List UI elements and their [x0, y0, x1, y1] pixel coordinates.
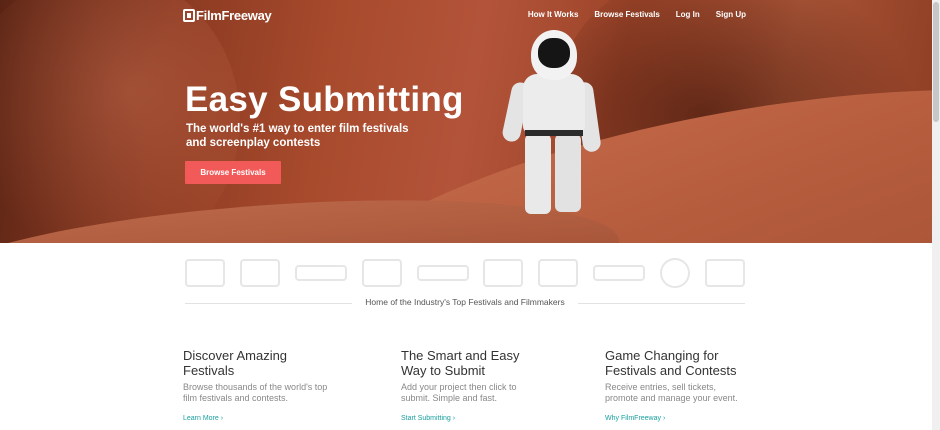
- filmfreeway-logo[interactable]: FilmFreeway: [183, 7, 272, 23]
- nav-how-it-works[interactable]: How It Works: [528, 10, 579, 19]
- feature-game-changing: Game Changing for Festivals and Contests …: [605, 348, 785, 422]
- why-filmfreeway-link[interactable]: Why FilmFreeway ›: [605, 415, 785, 422]
- hero-subtitle-line: The world's #1 way to enter film festiva…: [186, 123, 409, 135]
- festival-logo: [660, 258, 690, 288]
- learn-more-link[interactable]: Learn More ›: [183, 415, 363, 422]
- feature-description: Receive entries, sell tickets, promote an…: [605, 382, 738, 403]
- festival-logo: [538, 259, 579, 287]
- feature-title: Discover Amazing Festivals: [183, 348, 288, 378]
- nav-browse-festivals[interactable]: Browse Festivals: [594, 10, 659, 19]
- festival-logo: [185, 259, 225, 287]
- feature-title: Game Changing for Festivals and Contests: [605, 348, 737, 378]
- hero-subtitle: The world's #1 way to enter film festiva…: [186, 122, 486, 150]
- festival-logo: [294, 265, 347, 281]
- nav-log-in[interactable]: Log In: [676, 10, 700, 19]
- hero-banner: FilmFreeway How It Works Browse Festival…: [0, 0, 932, 243]
- hero-subtitle-line: and screenplay contests: [186, 137, 321, 149]
- feature-title: The Smart and Easy Way to Submit: [401, 348, 520, 378]
- logo-mark-icon: [183, 8, 195, 22]
- start-submitting-link[interactable]: Start Submitting ›: [401, 415, 581, 422]
- festival-logo: [361, 259, 402, 287]
- nav-sign-up[interactable]: Sign Up: [716, 10, 746, 19]
- page-scrollbar[interactable]: [932, 0, 940, 430]
- festival-logo: [704, 259, 745, 287]
- festival-logo: [416, 265, 469, 281]
- festival-logo: [483, 259, 524, 287]
- top-nav: How It Works Browse Festivals Log In Sig…: [528, 10, 746, 19]
- hero-title: Easy Submitting: [185, 80, 464, 119]
- scrollbar-thumb[interactable]: [933, 2, 939, 122]
- festival-logo: [593, 265, 646, 281]
- browse-festivals-button[interactable]: Browse Festivals: [185, 161, 281, 184]
- feature-submit: The Smart and Easy Way to Submit Add your…: [401, 348, 581, 422]
- festival-logo: [239, 259, 280, 287]
- astronaut-image: [500, 30, 602, 215]
- feature-discover: Discover Amazing Festivals Browse thousan…: [183, 348, 363, 422]
- feature-description: Add your project then click to submit. Si…: [401, 382, 517, 403]
- feature-description: Browse thousands of the world's top film …: [183, 382, 328, 403]
- logos-caption: Home of the Industry's Top Festivals and…: [352, 297, 578, 307]
- logo-text: FilmFreeway: [196, 7, 272, 23]
- festival-logos-row: [185, 256, 745, 290]
